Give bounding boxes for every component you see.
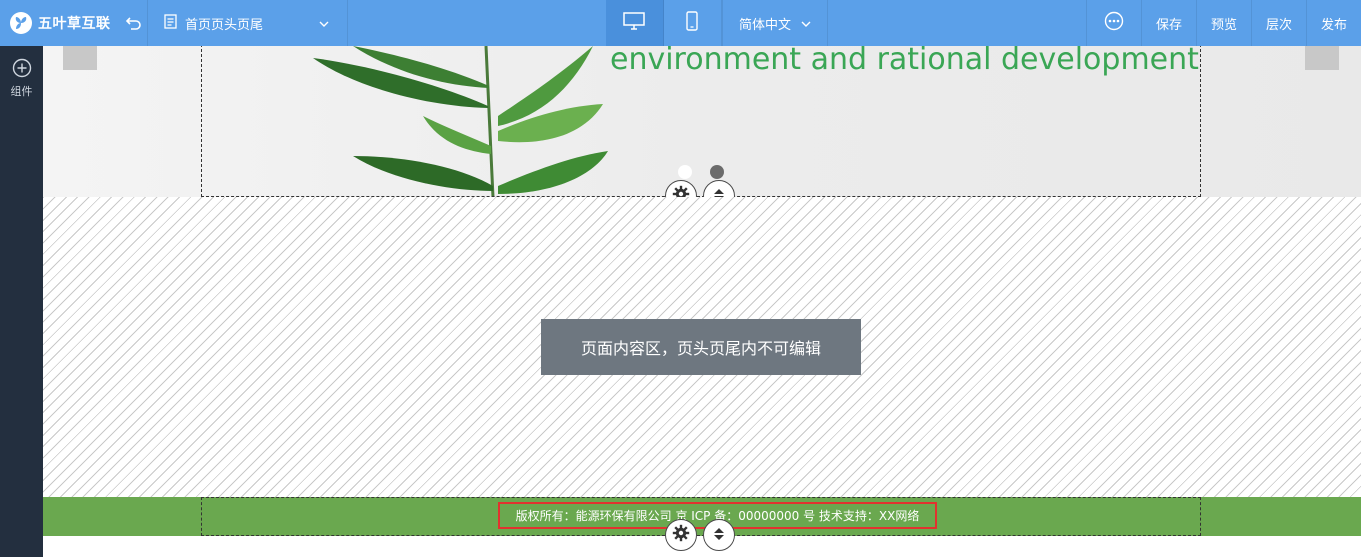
toolbar-spacer-right [828,0,1086,46]
content-area-notice: 页面内容区，页头页尾内不可编辑 [541,319,861,375]
chevron-down-icon [319,16,329,31]
clover-logo-icon [10,12,32,34]
left-sidebar: 组件 [0,46,43,557]
more-dots-icon [1104,11,1124,35]
canvas-bottom [43,536,1361,557]
footer-settings-button[interactable] [665,519,697,551]
page-selector-label: 首页页头页尾 [185,17,264,33]
banner-slider: environment and rational development [43,46,1361,197]
sort-arrows-icon [713,526,725,545]
brand-name: 五叶草互联 [38,16,111,32]
page-content-area: 页面内容区，页头页尾内不可编辑 [43,197,1361,497]
brand-area: 五叶草互联 [0,0,148,46]
desktop-view-button[interactable] [605,0,664,46]
gear-icon [672,524,690,546]
footer-move-button[interactable] [703,519,735,551]
save-button[interactable]: 保存 [1142,0,1197,46]
top-toolbar: 五叶草互联 首页页头页尾 简体中文 保存 预览 层次 发布 [0,0,1361,46]
slider-dot-active[interactable] [710,165,724,179]
plant-image [313,46,608,197]
slider-pagination [678,165,724,179]
banner-next-arrow[interactable] [1305,46,1339,70]
more-options-button[interactable] [1085,0,1142,46]
chevron-down-icon [801,16,811,31]
page-selector[interactable]: 首页页头页尾 [148,0,348,46]
footer-section: 版权所有：能源环保有限公司 京 ICP 备：00000000 号 技术支持：XX… [43,497,1361,536]
page-document-icon [164,13,177,33]
mobile-phone-icon [686,11,699,35]
preview-button[interactable]: 预览 [1197,0,1252,46]
editor-canvas: environment and rational development 页面内… [43,46,1361,557]
publish-button[interactable]: 发布 [1307,0,1361,46]
components-button[interactable]: 组件 [0,46,43,99]
mobile-view-button[interactable] [664,0,722,46]
banner-prev-arrow[interactable] [63,46,97,70]
layers-button[interactable]: 层次 [1252,0,1307,46]
undo-icon[interactable] [125,15,143,31]
language-selector[interactable]: 简体中文 [721,0,828,46]
desktop-monitor-icon [623,12,646,34]
banner-headline: environment and rational development [610,46,1199,77]
slider-dot[interactable] [678,165,692,179]
language-label: 简体中文 [738,17,791,33]
components-label: 组件 [10,85,33,98]
add-circle-icon [12,58,32,81]
